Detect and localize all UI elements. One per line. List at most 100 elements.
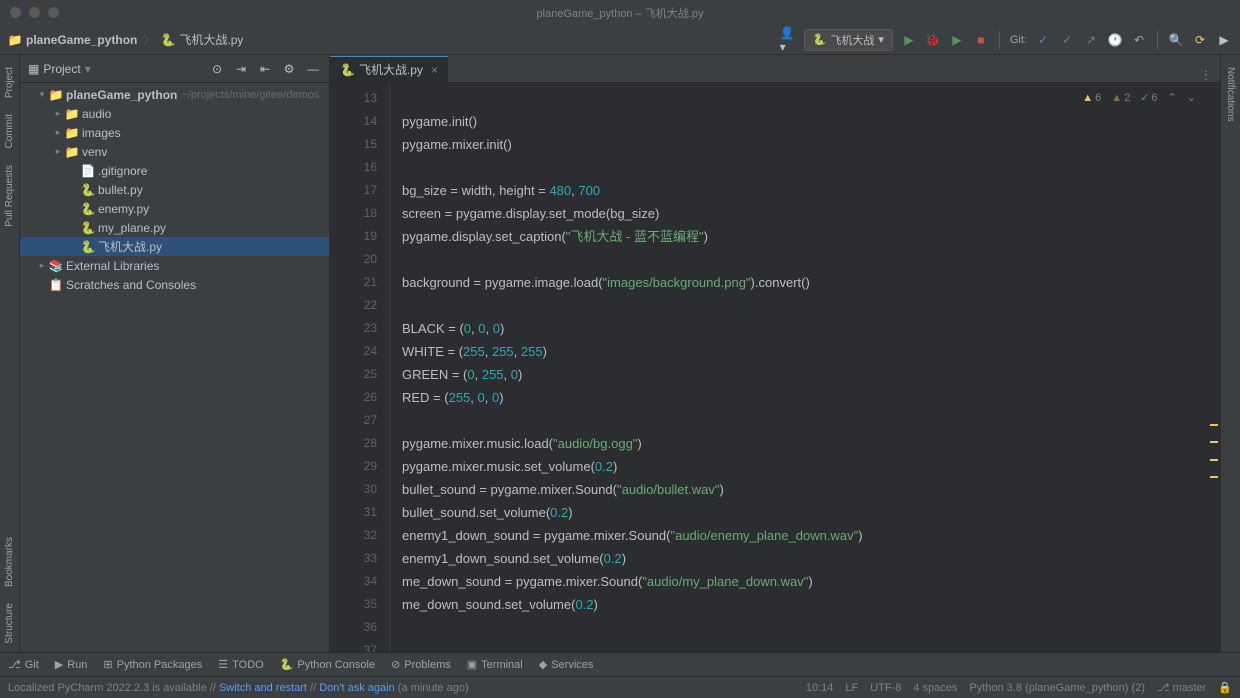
tree-item-label: audio (82, 107, 111, 121)
expand-icon[interactable]: ⇥ (233, 61, 249, 77)
gear-icon[interactable]: ⚙ (281, 61, 297, 77)
max-dot[interactable] (48, 7, 59, 18)
python-icon: 🐍 (80, 183, 96, 197)
tree-item[interactable]: 🐍my_plane.py (20, 218, 329, 237)
file-icon: 📄 (80, 164, 96, 178)
folder-icon: 📁 (8, 33, 22, 47)
select-opened-icon[interactable]: ⊙ (209, 61, 225, 77)
tree-item-label: enemy.py (98, 202, 149, 216)
git-update-icon[interactable]: ✓ (1035, 32, 1051, 48)
terminal-icon: ▣ (467, 658, 477, 671)
tool-notifications[interactable]: Notifications (1223, 59, 1238, 129)
breadcrumb-file: 飞机大战.py (179, 31, 243, 48)
navbar: 📁 planeGame_python 〉 🐍 飞机大战.py 👤▾ 🐍 飞机大战… (0, 25, 1240, 55)
tree-item-label: planeGame_python (66, 88, 177, 102)
tree-item[interactable]: 🐍enemy.py (20, 199, 329, 218)
chevron-up-icon[interactable]: ⌃ (1168, 91, 1177, 104)
breadcrumb-project: planeGame_python (26, 33, 137, 47)
git-history-icon[interactable]: 🕐 (1107, 32, 1123, 48)
tool-python-packages[interactable]: ⊞Python Packages (103, 658, 202, 671)
tool-commit[interactable]: Commit (2, 106, 17, 156)
inspection-widget[interactable]: ▲6 ▲2 ✓6 ⌃ ⌄ (1082, 91, 1196, 104)
tabs-menu-icon[interactable]: ⋮ (1200, 68, 1220, 82)
folder-icon: 📁 (64, 145, 80, 159)
tool-pull-requests[interactable]: Pull Requests (2, 157, 17, 235)
user-icon[interactable]: 👤▾ (780, 32, 796, 48)
tree-item[interactable]: ▸📁venv (20, 142, 329, 161)
python-icon: 🐍 (80, 221, 96, 235)
tool-todo[interactable]: ☰TODO (218, 658, 263, 671)
project-tree[interactable]: ▾📁planeGame_python~/projects/mine/gitee/… (20, 83, 329, 652)
tool-project[interactable]: Project (2, 59, 17, 106)
tree-item[interactable]: ▸📚External Libraries (20, 256, 329, 275)
interpreter[interactable]: Python 3.8 (planeGame_python) (2) (969, 682, 1145, 694)
tree-item[interactable]: 📋Scratches and Consoles (20, 275, 329, 294)
right-toolbar: Notifications (1220, 55, 1240, 652)
tree-arrow-icon: ▸ (52, 108, 64, 119)
project-sidebar: ▦ Project ▾ ⊙ ⇥ ⇤ ⚙ — ▾📁planeGame_python… (20, 55, 330, 652)
tree-item[interactable]: ▸📁audio (20, 104, 329, 123)
git-commit-icon[interactable]: ✓ (1059, 32, 1075, 48)
weak-warning-icon: ▲ (1111, 92, 1122, 104)
marker-bar[interactable] (1208, 83, 1220, 652)
tool-run[interactable]: ▶Run (55, 658, 88, 671)
tree-item[interactable]: 🐍飞机大战.py (20, 237, 329, 256)
indent[interactable]: 4 spaces (913, 682, 957, 694)
min-dot[interactable] (29, 7, 40, 18)
tool-structure[interactable]: Structure (2, 595, 17, 652)
git-rollback-icon[interactable]: ↶ (1131, 32, 1147, 48)
close-dot[interactable] (10, 7, 21, 18)
hide-icon[interactable]: — (305, 61, 321, 77)
link-switch[interactable]: Switch and restart (219, 682, 307, 694)
link-dont-ask[interactable]: Don't ask again (319, 682, 394, 694)
tree-item-label: venv (82, 145, 107, 159)
left-toolbar: Project Commit Pull Requests Bookmarks S… (0, 55, 20, 652)
git-push-icon[interactable]: ↗ (1083, 32, 1099, 48)
stop-icon[interactable]: ■ (973, 32, 989, 48)
warning-icon: ▲ (1082, 92, 1093, 104)
sidebar-title[interactable]: ▦ Project ▾ (28, 62, 91, 76)
gutter[interactable]: 1314151617181920212223242526272829303132… (330, 83, 390, 652)
collapse-icon[interactable]: ⇤ (257, 61, 273, 77)
tool-bookmarks[interactable]: Bookmarks (2, 529, 17, 595)
python-icon: 🐍 (813, 33, 827, 46)
code-content[interactable]: pygame.init()pygame.mixer.init()bg_size … (390, 83, 1208, 652)
search-icon[interactable]: 🔍 (1168, 32, 1184, 48)
breadcrumb[interactable]: 📁 planeGame_python 〉 🐍 飞机大战.py (8, 31, 243, 48)
play-icon: ▶ (55, 658, 63, 671)
chevron-down-icon: ▾ (878, 33, 884, 46)
window-title: planeGame_python – 飞机大战.py (537, 5, 704, 21)
tool-services[interactable]: ◆Services (539, 658, 594, 671)
coverage-icon[interactable]: ▶ (949, 32, 965, 48)
folder-icon: 📁 (64, 126, 80, 140)
tool-python-console[interactable]: 🐍Python Console (280, 658, 375, 671)
python-icon: 🐍 (340, 63, 355, 77)
tree-item-label: 飞机大战.py (98, 238, 162, 255)
tree-item-label: Scratches and Consoles (66, 278, 196, 292)
python-icon: 🐍 (161, 33, 175, 47)
lock-icon[interactable]: 🔒 (1218, 681, 1232, 694)
tree-item[interactable]: ▸📁images (20, 123, 329, 142)
tool-git[interactable]: ⎇Git (8, 658, 39, 671)
project-icon: ▦ (28, 62, 39, 76)
chevron-down-icon[interactable]: ⌄ (1187, 91, 1196, 104)
tree-arrow-icon: ▸ (36, 260, 48, 271)
ide-icon[interactable]: ▶ (1216, 32, 1232, 48)
tool-problems[interactable]: ⊘Problems (391, 658, 451, 671)
close-icon[interactable]: × (431, 63, 438, 77)
encoding[interactable]: UTF-8 (870, 682, 901, 694)
tree-item[interactable]: ▾📁planeGame_python~/projects/mine/gitee/… (20, 85, 329, 104)
debug-icon[interactable]: 🐞 (925, 32, 941, 48)
tree-item[interactable]: 🐍bullet.py (20, 180, 329, 199)
tree-item-label: External Libraries (66, 259, 159, 273)
run-config-combo[interactable]: 🐍 飞机大战 ▾ (804, 29, 893, 51)
line-ending[interactable]: LF (845, 682, 858, 694)
git-branch[interactable]: ⎇ master (1157, 681, 1206, 694)
tool-terminal[interactable]: ▣Terminal (467, 658, 523, 671)
tab-file[interactable]: 🐍 飞机大战.py × (330, 56, 448, 82)
list-icon: ☰ (218, 658, 228, 671)
cursor-position[interactable]: 10:14 (806, 682, 834, 694)
sync-icon[interactable]: ⟳ (1192, 32, 1208, 48)
tree-item[interactable]: 📄.gitignore (20, 161, 329, 180)
run-icon[interactable]: ▶ (901, 32, 917, 48)
